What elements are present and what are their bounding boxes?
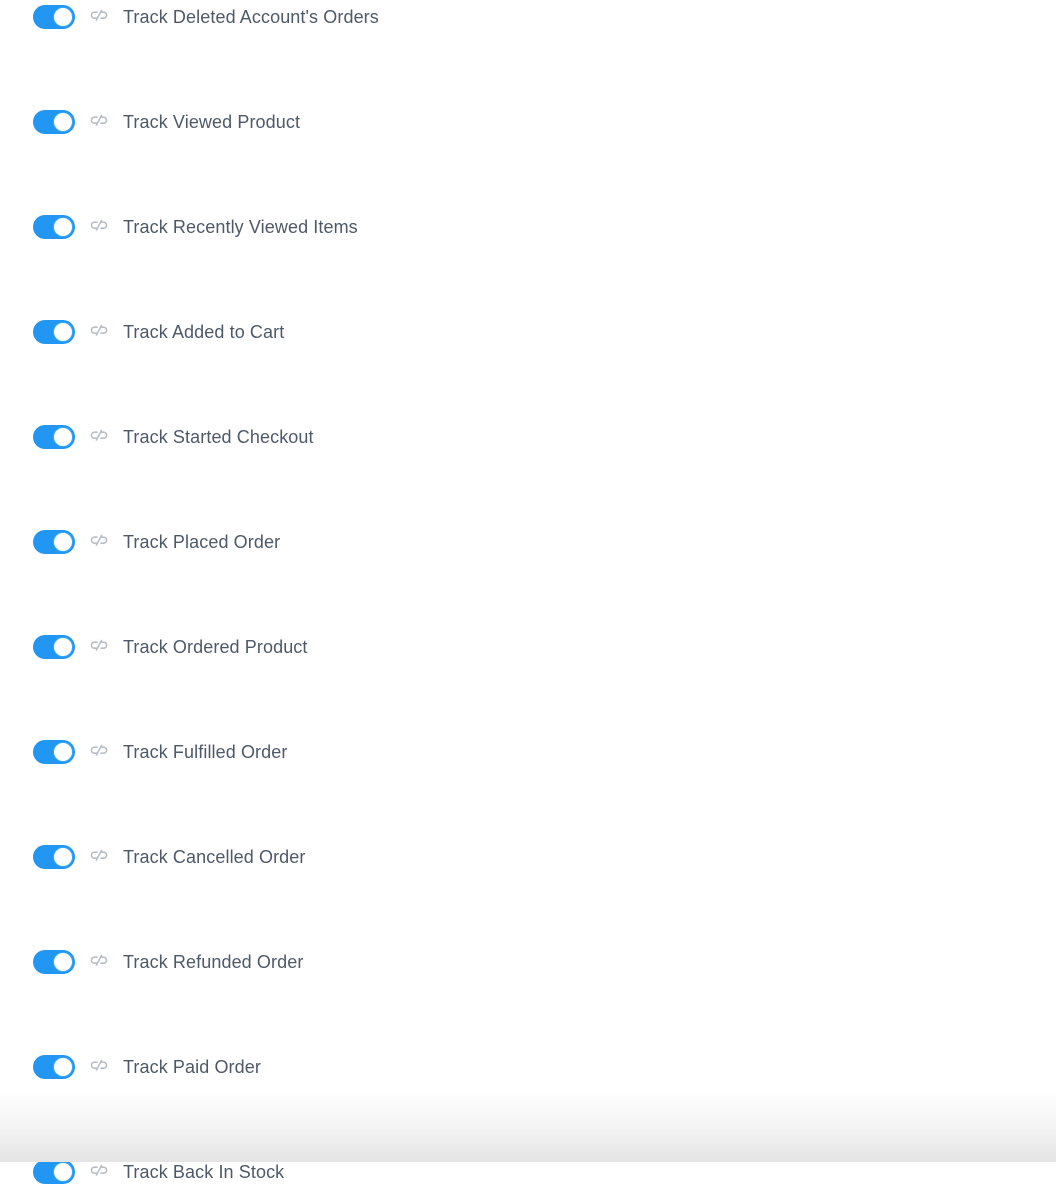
toggle-knob — [53, 741, 73, 762]
tracking-toggle-9[interactable] — [33, 949, 75, 974]
unlink-icon-7[interactable] — [88, 741, 110, 763]
tracking-toggle-11[interactable] — [33, 1159, 75, 1184]
unlink-icon-6[interactable] — [88, 636, 110, 658]
unlink-icon-1[interactable] — [88, 111, 110, 133]
toggle-knob — [53, 1056, 73, 1077]
settings-list: Track Deleted Account's Orders Track Vie… — [0, 0, 1056, 1198]
unlink-icon-11[interactable] — [88, 1161, 110, 1183]
toggle-knob — [53, 216, 73, 237]
unlink-icon-3[interactable] — [88, 321, 110, 343]
tracking-toggle-2[interactable] — [33, 214, 75, 239]
unlink-icon-10[interactable] — [88, 1056, 110, 1078]
setting-row-4: Track Started Checkout — [0, 384, 1056, 489]
toggle-knob — [53, 846, 73, 867]
setting-label-9: Track Refunded Order — [123, 951, 304, 972]
setting-row-6: Track Ordered Product — [0, 594, 1056, 699]
unlink-icon-0[interactable] — [88, 6, 110, 28]
setting-row-0: Track Deleted Account's Orders — [0, 0, 1056, 69]
unlink-icon-8[interactable] — [88, 846, 110, 868]
setting-label-2: Track Recently Viewed Items — [123, 216, 358, 237]
setting-row-7: Track Fulfilled Order — [0, 699, 1056, 804]
settings-page: Track Deleted Account's Orders Track Vie… — [0, 0, 1056, 1184]
setting-label-4: Track Started Checkout — [123, 426, 314, 447]
setting-label-3: Track Added to Cart — [123, 321, 285, 342]
setting-row-10: Track Paid Order — [0, 1014, 1056, 1119]
toggle-knob — [53, 951, 73, 972]
setting-label-8: Track Cancelled Order — [123, 846, 306, 867]
toggle-knob — [53, 6, 73, 27]
unlink-icon-9[interactable] — [88, 951, 110, 973]
tracking-toggle-5[interactable] — [33, 529, 75, 554]
setting-label-0: Track Deleted Account's Orders — [123, 6, 379, 27]
setting-label-1: Track Viewed Product — [123, 111, 301, 132]
setting-label-5: Track Placed Order — [123, 531, 281, 552]
setting-label-11: Track Back In Stock — [123, 1161, 285, 1182]
tracking-toggle-6[interactable] — [33, 634, 75, 659]
setting-row-1: Track Viewed Product — [0, 69, 1056, 174]
setting-row-11: Track Back In Stock — [0, 1119, 1056, 1198]
toggle-knob — [53, 636, 73, 657]
toggle-knob — [53, 111, 73, 132]
setting-row-8: Track Cancelled Order — [0, 804, 1056, 909]
setting-label-6: Track Ordered Product — [123, 636, 308, 657]
tracking-toggle-10[interactable] — [33, 1054, 75, 1079]
tracking-toggle-1[interactable] — [33, 109, 75, 134]
toggle-knob — [53, 531, 73, 552]
setting-row-5: Track Placed Order — [0, 489, 1056, 594]
setting-label-10: Track Paid Order — [123, 1056, 261, 1077]
setting-row-3: Track Added to Cart — [0, 279, 1056, 384]
unlink-icon-2[interactable] — [88, 216, 110, 238]
toggle-knob — [53, 426, 73, 447]
unlink-icon-4[interactable] — [88, 426, 110, 448]
unlink-icon-5[interactable] — [88, 531, 110, 553]
tracking-toggle-7[interactable] — [33, 739, 75, 764]
tracking-toggle-0[interactable] — [33, 4, 75, 29]
tracking-toggle-4[interactable] — [33, 424, 75, 449]
toggle-knob — [53, 1161, 73, 1182]
setting-row-2: Track Recently Viewed Items — [0, 174, 1056, 279]
tracking-toggle-3[interactable] — [33, 319, 75, 344]
toggle-knob — [53, 321, 73, 342]
setting-row-9: Track Refunded Order — [0, 909, 1056, 1014]
tracking-toggle-8[interactable] — [33, 844, 75, 869]
setting-label-7: Track Fulfilled Order — [123, 741, 288, 762]
